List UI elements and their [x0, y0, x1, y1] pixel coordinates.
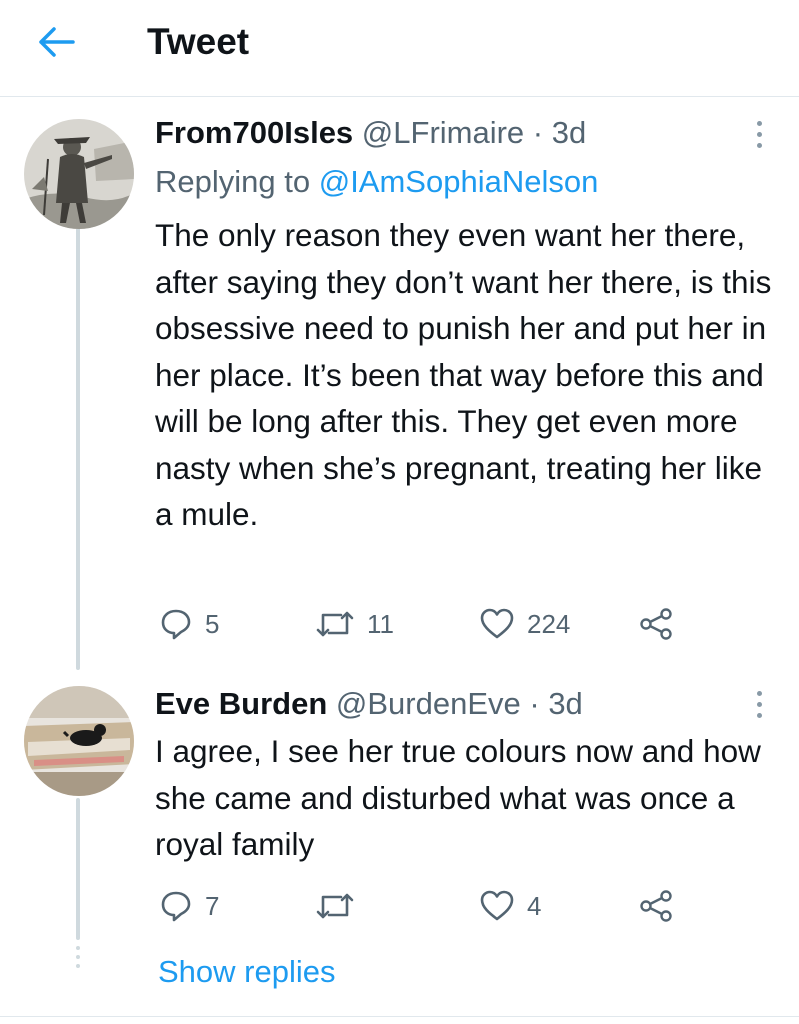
- more-vertical-icon: [756, 120, 762, 126]
- tweet-actions: 7 4: [155, 886, 715, 926]
- tweet-header: From700Isles @LFrimaire · 3d: [155, 113, 586, 153]
- reply-count: 7: [205, 890, 220, 921]
- more-options-button[interactable]: [747, 116, 771, 152]
- avatar-image: [24, 686, 134, 796]
- retweet-button[interactable]: 11: [315, 604, 394, 644]
- top-bar: Tweet: [0, 0, 799, 97]
- heart-icon: [480, 608, 514, 639]
- tweet-text: The only reason they even want her there…: [155, 217, 772, 532]
- replying-to-line: Replying to @IAmSophiaNelson: [155, 162, 598, 202]
- more-vertical-icon: [756, 690, 762, 696]
- reply-button[interactable]: 7: [159, 886, 219, 926]
- user-handle[interactable]: @BurdenEve: [336, 686, 521, 721]
- avatar-image: [24, 119, 134, 229]
- reply-bubble-icon: [161, 891, 191, 922]
- back-button[interactable]: [30, 20, 82, 64]
- reply-count: 5: [205, 608, 220, 639]
- user-handle[interactable]: @LFrimaire: [362, 115, 524, 150]
- divider: [0, 1016, 799, 1017]
- show-replies-link[interactable]: Show replies: [158, 952, 335, 992]
- heart-icon: [480, 890, 514, 921]
- more-options-button[interactable]: [747, 686, 771, 722]
- tweet-actions: 5 11 224: [155, 604, 715, 644]
- avatar[interactable]: [24, 686, 134, 796]
- like-button[interactable]: 4: [479, 886, 541, 926]
- like-button[interactable]: 224: [479, 604, 570, 644]
- share-icon: [640, 890, 672, 922]
- display-name[interactable]: From700Isles: [155, 115, 353, 150]
- display-name[interactable]: Eve Burden: [155, 686, 327, 721]
- like-count: 224: [527, 608, 571, 639]
- retweet-icon: [316, 611, 354, 637]
- thread-connector: [76, 208, 80, 670]
- retweet-icon: [316, 893, 354, 919]
- like-count: 4: [527, 890, 542, 921]
- replying-to-label: Replying to: [155, 164, 319, 199]
- thread-connector: [76, 798, 80, 940]
- tweet-text: I agree, I see her true colours now and …: [155, 733, 761, 862]
- reply-button[interactable]: 5: [159, 604, 219, 644]
- replying-to-mention[interactable]: @IAmSophiaNelson: [319, 164, 599, 199]
- avatar[interactable]: [24, 119, 134, 229]
- share-icon: [640, 608, 672, 640]
- reply-bubble-icon: [161, 609, 191, 640]
- page-title: Tweet: [147, 21, 250, 62]
- retweet-count: 11: [367, 608, 394, 639]
- timestamp[interactable]: · 3d: [524, 115, 586, 150]
- retweet-button[interactable]: [315, 886, 367, 926]
- share-button[interactable]: [639, 604, 673, 644]
- arrow-left-icon: [39, 27, 75, 57]
- share-button[interactable]: [639, 886, 673, 926]
- timestamp[interactable]: · 3d: [521, 686, 582, 721]
- tweet-header: Eve Burden @BurdenEve · 3d: [155, 684, 583, 724]
- thread-continuation-dots: [76, 946, 80, 968]
